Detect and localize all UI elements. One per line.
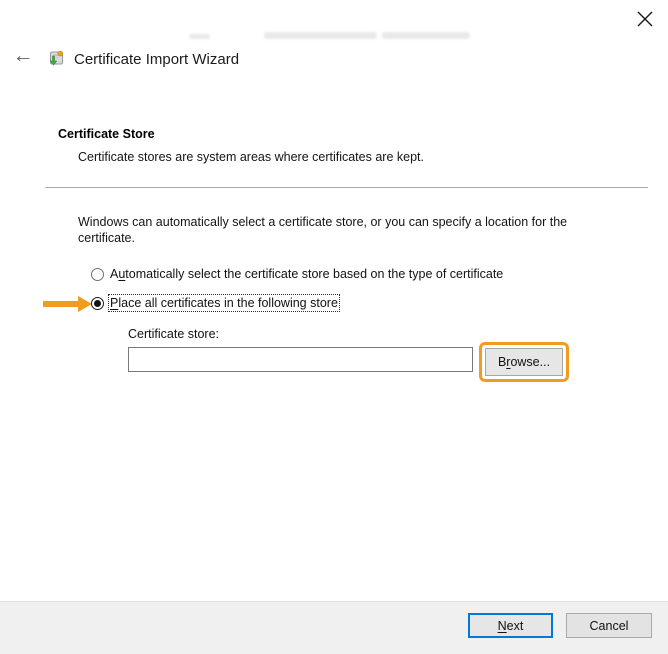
browse-label-post: owse... (510, 355, 551, 369)
radio-button-unselected[interactable] (91, 267, 104, 281)
radio-option-place-in-store[interactable]: Place all certificates in the following … (91, 294, 340, 312)
redacted-text-artifact (264, 32, 377, 39)
radio-label-post: lace all certificates in the following s… (118, 296, 338, 310)
browse-button[interactable]: Br owse... (485, 348, 563, 376)
radio-dot (94, 299, 101, 307)
annotation-arrow-icon (41, 296, 93, 312)
annotation-highlight-box: Br owse... (479, 342, 569, 382)
redacted-text-artifact (382, 32, 470, 39)
next-label-post: ext (506, 618, 524, 633)
redacted-text-artifact (189, 34, 210, 39)
divider (45, 187, 648, 188)
radio-label-post: tomatically select the certificate store… (125, 267, 504, 281)
section-heading: Certificate Store (58, 127, 155, 141)
certificate-store-input[interactable] (128, 347, 473, 372)
section-subheading: Certificate stores are system areas wher… (78, 150, 424, 164)
radio-option-automatic-store[interactable]: Automatically select the certificate sto… (91, 266, 503, 282)
radio-button-selected[interactable] (91, 296, 104, 310)
next-label-accel: N (497, 618, 507, 633)
back-arrow-icon[interactable]: ← (10, 44, 36, 68)
browse-label-pre: B (497, 355, 507, 369)
certificate-import-icon (47, 49, 65, 67)
close-icon[interactable] (636, 10, 654, 28)
certificate-store-label: Certificate store: (128, 327, 220, 341)
next-button[interactable]: Next (468, 613, 553, 638)
radio-label[interactable]: Place all certificates in the following … (108, 294, 340, 312)
certificate-import-wizard-window: ← Certificate Import Wizard Certificate … (0, 0, 668, 654)
page-title: Certificate Import Wizard (74, 51, 240, 68)
cancel-button[interactable]: Cancel (566, 613, 652, 638)
radio-label[interactable]: Automatically select the certificate sto… (110, 267, 503, 281)
description-text: Windows can automatically select a certi… (78, 215, 568, 245)
